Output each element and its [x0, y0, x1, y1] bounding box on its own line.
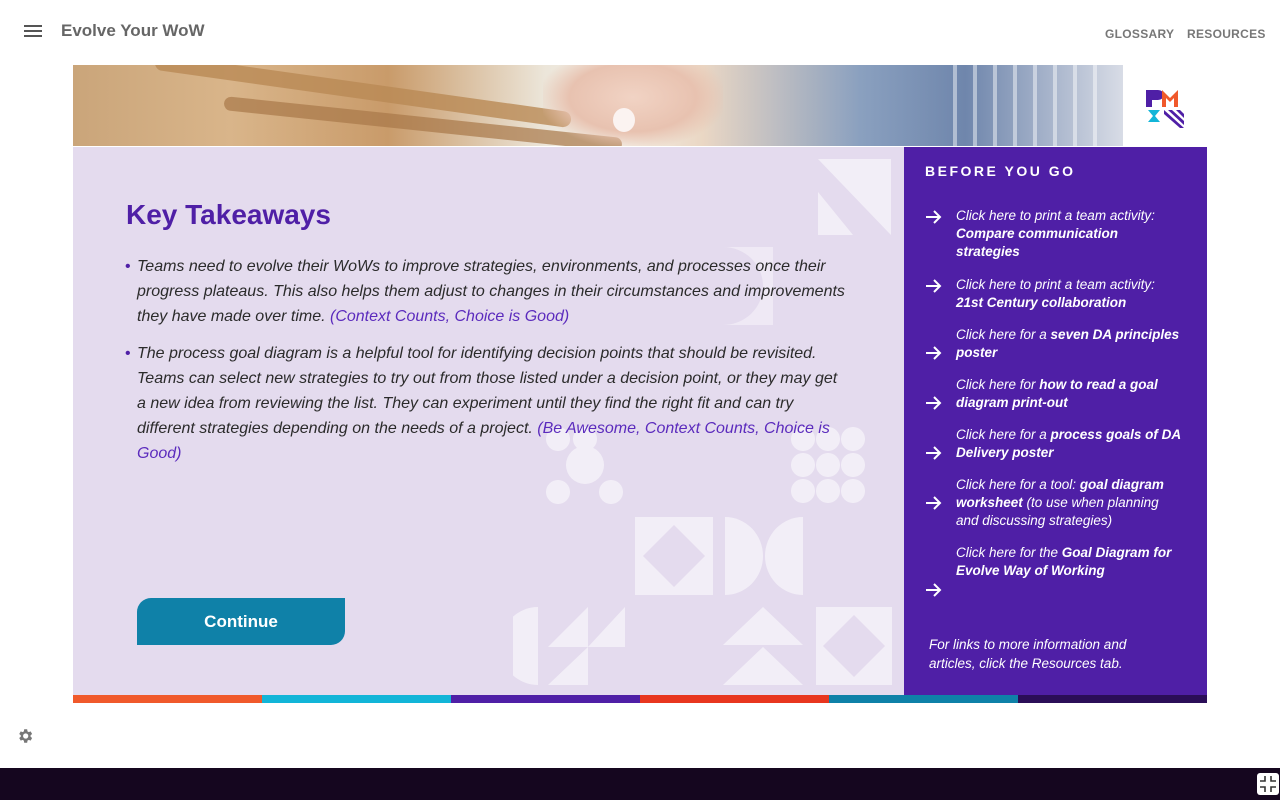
link-goal-diagram-evolve-wow[interactable]: Click here for the Goal Diagram for Evol… [925, 544, 1185, 604]
nav-glossary[interactable]: GLOSSARY [1105, 27, 1174, 41]
link-prefix: Click here for [956, 377, 1040, 392]
top-bar: Evolve Your WoW GLOSSARY RESOURCES [0, 0, 1280, 62]
link-prefix: Click here for the [956, 545, 1062, 560]
continue-button[interactable]: Continue [137, 598, 345, 645]
link-goal-diagram-worksheet[interactable]: Click here for a tool: goal diagram work… [925, 476, 1185, 530]
arrow-right-icon [926, 446, 942, 460]
list-item: The process goal diagram is a helpful to… [125, 341, 845, 466]
strip-segment [262, 695, 451, 703]
link-21st-century-collaboration[interactable]: Click here to print a team activity: 21s… [925, 276, 1185, 312]
link-prefix: Click here to print a team activity: [956, 208, 1155, 223]
link-prefix: Click here for a [956, 327, 1051, 342]
link-bold: Compare communication strategies [956, 226, 1119, 259]
arrow-right-icon [926, 496, 942, 510]
pmi-logo [1146, 90, 1184, 128]
takeaways-list: Teams need to evolve their WoWs to impro… [125, 254, 845, 478]
banner-image [73, 65, 1123, 146]
link-bold: 21st Century collaboration [956, 295, 1127, 310]
strip-segment [1018, 695, 1207, 703]
strip-segment [640, 695, 829, 703]
before-you-go-panel: BEFORE YOU GO Click here to print a team… [904, 147, 1207, 695]
key-takeaways-panel: Key Takeaways Teams need to evolve their… [73, 147, 904, 695]
link-seven-da-principles[interactable]: Click here for a seven DA principles pos… [925, 326, 1185, 362]
strip-segment [451, 695, 640, 703]
sidebar-title: BEFORE YOU GO [925, 163, 1076, 179]
exit-fullscreen-icon[interactable] [1257, 773, 1279, 795]
bottom-bar [0, 768, 1280, 800]
nav-resources[interactable]: RESOURCES [1187, 27, 1266, 41]
sidebar-footer-note: For links to more information and articl… [929, 637, 1127, 671]
arrow-right-icon [926, 583, 942, 597]
bullet-reference: (Context Counts, Choice is Good) [329, 308, 570, 325]
color-strip [73, 695, 1207, 703]
gear-icon[interactable] [16, 727, 34, 745]
link-read-goal-diagram[interactable]: Click here for how to read a goal diagra… [925, 376, 1185, 412]
link-prefix: Click here to print a team activity: [956, 277, 1155, 292]
list-item: Teams need to evolve their WoWs to impro… [125, 254, 845, 329]
link-communication-strategies[interactable]: Click here to print a team activity: Com… [925, 207, 1185, 259]
app-title: Evolve Your WoW [61, 21, 205, 40]
link-process-goals-poster[interactable]: Click here for a process goals of DA Del… [925, 426, 1185, 462]
menu-icon[interactable] [24, 25, 42, 39]
strip-segment [73, 695, 262, 703]
strip-segment [829, 695, 1018, 703]
link-prefix: Click here for a [956, 427, 1051, 442]
arrow-right-icon [926, 346, 942, 360]
arrow-right-icon [926, 210, 942, 224]
link-prefix: Click here for a tool: [956, 477, 1080, 492]
page-title: Key Takeaways [126, 199, 331, 230]
arrow-right-icon [926, 396, 942, 410]
arrow-right-icon [926, 279, 942, 293]
